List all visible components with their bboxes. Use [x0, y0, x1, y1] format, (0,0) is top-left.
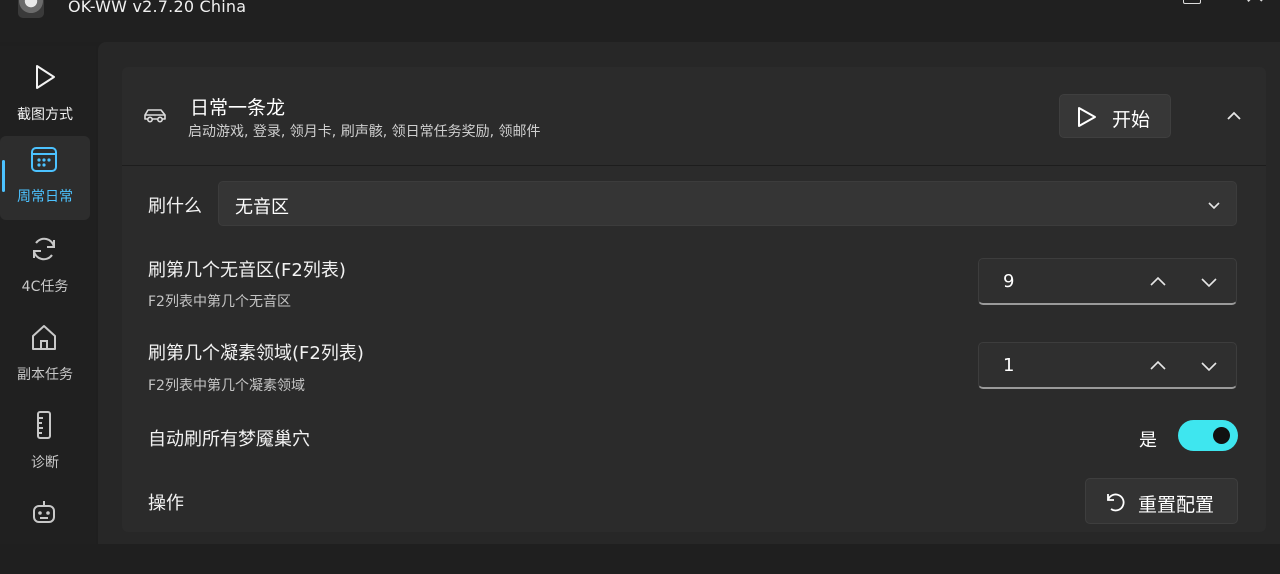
sidebar-item-label: 诊断	[31, 455, 59, 471]
sidebar-item-label: 周常日常	[17, 189, 73, 205]
car-icon	[144, 109, 166, 123]
auto-nightmare-nest-toggle[interactable]	[1178, 420, 1238, 451]
calendar-icon	[31, 147, 57, 172]
auto-nightmare-nest-label: 自动刷所有梦魇巢穴	[148, 429, 310, 450]
home-icon	[32, 325, 56, 350]
farm-what-label: 刷什么	[148, 196, 202, 217]
ruler-icon	[37, 411, 51, 439]
sidebar-item-label: 截图方式	[17, 107, 73, 123]
chevron-up-icon[interactable]	[1148, 357, 1168, 375]
sidebar-item-weekly-daily[interactable]: 周常日常	[0, 136, 90, 220]
app-title: OK-WW v2.7.20 China	[68, 0, 247, 16]
farm-what-select[interactable]: 无音区	[218, 181, 1237, 226]
sidebar-item-screenshot-mode[interactable]: 截图方式	[0, 54, 90, 138]
reset-config-button[interactable]: 重置配置	[1085, 478, 1238, 524]
sidebar-item-4c-tasks[interactable]: 4C任务	[0, 226, 90, 310]
sidebar-item-diagnostics[interactable]: 诊断	[0, 402, 90, 486]
play-icon	[36, 65, 55, 89]
sidebar-item-label: 副本任务	[17, 367, 73, 383]
sidebar-nav: 截图方式 周常日常 4C任务 副本任务 诊断	[0, 46, 96, 544]
toggle-knob	[1213, 427, 1230, 444]
silent-zone-index-label: 刷第几个无音区(F2列表)	[148, 260, 346, 281]
robot-icon	[33, 501, 55, 523]
reset-config-label: 重置配置	[1138, 494, 1215, 516]
farm-what-value: 无音区	[235, 197, 289, 218]
chevron-down-icon[interactable]	[1199, 273, 1219, 291]
crystal-field-index-label: 刷第几个凝素领域(F2列表)	[148, 343, 364, 364]
chevron-down-icon[interactable]	[1199, 357, 1219, 375]
silent-zone-index-description: F2列表中第几个无音区	[148, 294, 291, 310]
crystal-field-index-description: F2列表中第几个凝素领域	[148, 378, 305, 394]
sidebar-item-label: 4C任务	[21, 279, 69, 295]
play-icon	[1078, 107, 1096, 127]
refresh-icon	[33, 237, 55, 261]
sidebar-item-dungeon-tasks[interactable]: 副本任务	[0, 314, 90, 398]
chevron-up-icon[interactable]	[1224, 106, 1244, 126]
sidebar-item-bot[interactable]	[0, 490, 90, 574]
crystal-field-index-value[interactable]: 1	[1003, 355, 1014, 376]
task-description: 启动游戏, 登录, 领月卡, 刷声骸, 领日常任务奖励, 领邮件	[188, 124, 541, 140]
task-title: 日常一条龙	[190, 97, 286, 119]
chevron-up-icon[interactable]	[1148, 273, 1168, 291]
silent-zone-index-value[interactable]: 9	[1003, 271, 1014, 292]
auto-nightmare-nest-state: 是	[1139, 430, 1157, 451]
silent-zone-index-stepper[interactable]: 9	[978, 258, 1237, 305]
actions-label: 操作	[148, 493, 184, 514]
app-logo	[18, 0, 44, 18]
start-button[interactable]: 开始	[1059, 94, 1171, 138]
title-bar: OK-WW v2.7.20 China	[0, 0, 1280, 42]
start-button-label: 开始	[1112, 109, 1151, 131]
close-icon[interactable]	[1247, 0, 1263, 2]
crystal-field-index-stepper[interactable]: 1	[978, 342, 1237, 389]
chevron-down-icon	[1208, 202, 1220, 210]
maximize-icon[interactable]	[1183, 0, 1201, 4]
undo-icon	[1107, 493, 1125, 512]
